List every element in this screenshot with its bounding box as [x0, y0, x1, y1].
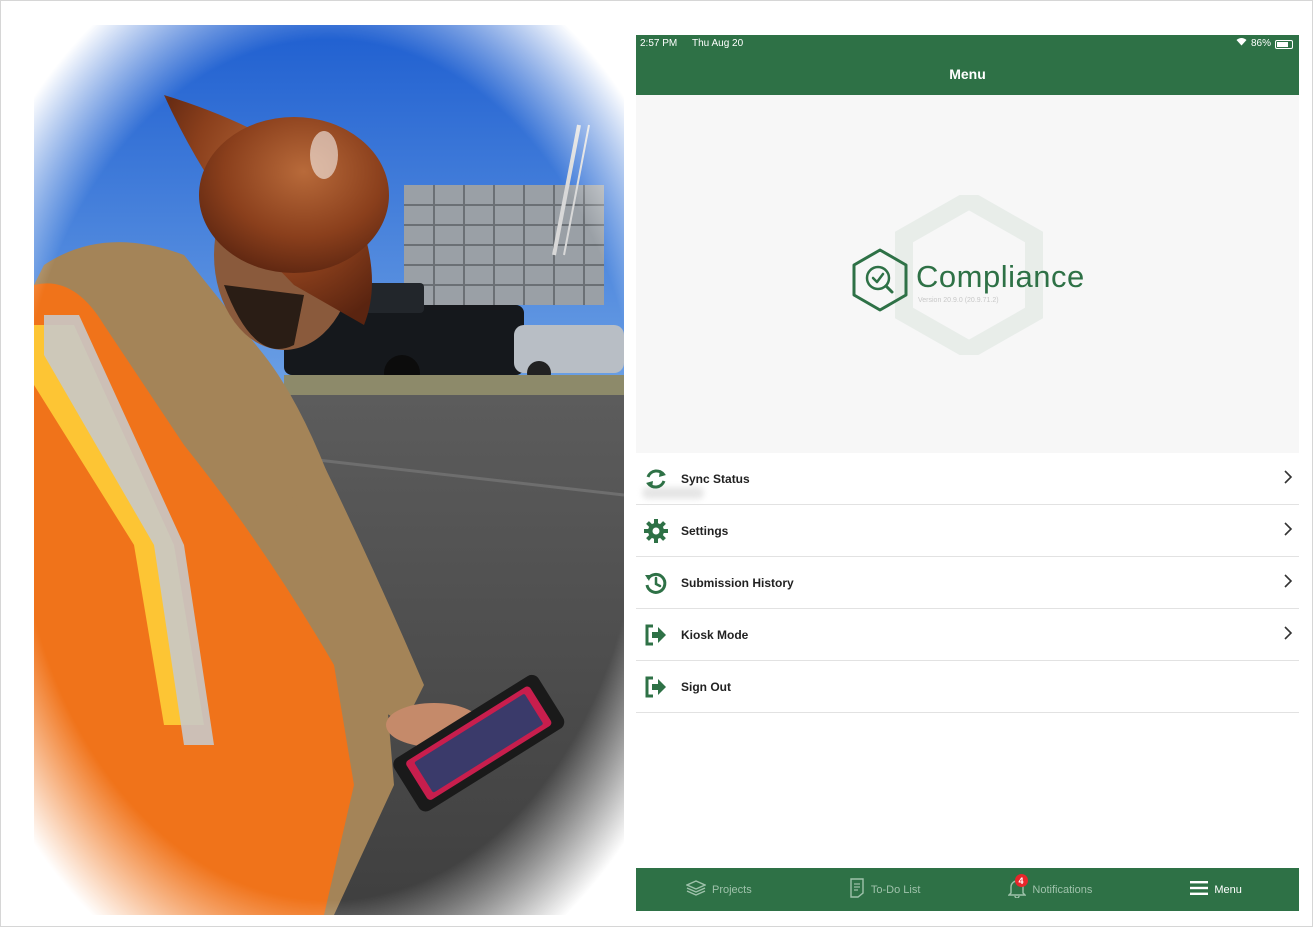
tab-label: Notifications	[1032, 883, 1093, 896]
menu-item-settings[interactable]: Settings	[636, 505, 1299, 557]
status-date: Thu Aug 20	[692, 38, 744, 49]
chevron-right-icon	[1283, 521, 1293, 542]
tab-projects[interactable]: Projects	[636, 868, 802, 911]
app-screen: 2:57 PM Thu Aug 20 86% Menu Compliance V…	[636, 35, 1299, 911]
worker-photo	[34, 25, 624, 915]
tab-label: Projects	[712, 883, 752, 896]
battery-percent: 86%	[1250, 38, 1271, 49]
page-title: Menu	[949, 66, 986, 82]
menu-item-label: Submission History	[681, 575, 794, 590]
chevron-right-icon	[1283, 469, 1293, 490]
nav-bar: Menu	[636, 53, 1299, 95]
gear-icon	[641, 516, 671, 546]
compliance-logo-icon	[852, 248, 908, 312]
menu-item-kiosk-mode[interactable]: Kiosk Mode	[636, 609, 1299, 661]
document-icon	[849, 878, 865, 901]
layers-icon	[685, 880, 707, 899]
sync-icon	[641, 464, 671, 494]
menu-item-label: Sync Status	[681, 471, 750, 486]
status-indicators: 86%	[1236, 35, 1293, 53]
logo-area: Compliance Version 20.9.0 (20.9.71.2)	[636, 95, 1299, 499]
notification-badge: 4	[1014, 874, 1028, 887]
chevron-right-icon	[1283, 573, 1293, 594]
app-version: Version 20.9.0 (20.9.71.2)	[918, 297, 999, 304]
status-bar: 2:57 PM Thu Aug 20 86%	[636, 35, 1299, 53]
menu-item-sync-status[interactable]: Sync Status	[636, 453, 1299, 505]
chevron-right-icon	[1283, 625, 1293, 646]
menu-item-label: Sign Out	[681, 679, 731, 694]
hamburger-menu-icon	[1190, 881, 1209, 898]
page-frame: 2:57 PM Thu Aug 20 86% Menu Compliance V…	[0, 0, 1313, 927]
menu-list: Sync Status Settings Submission History …	[636, 453, 1299, 713]
menu-item-submission-history[interactable]: Submission History	[636, 557, 1299, 609]
menu-item-label: Settings	[681, 523, 729, 538]
sign-out-icon	[641, 672, 671, 702]
tab-label: To-Do List	[870, 883, 921, 896]
tab-todo-list[interactable]: To-Do List	[802, 868, 968, 911]
tab-menu[interactable]: Menu	[1133, 868, 1299, 911]
menu-item-sign-out[interactable]: Sign Out	[636, 661, 1299, 713]
tab-label: Menu	[1214, 883, 1242, 896]
app-name: Compliance	[916, 259, 1085, 294]
wifi-icon	[1236, 35, 1247, 53]
menu-item-label: Kiosk Mode	[681, 627, 749, 642]
tab-notifications[interactable]: 4 Notifications	[968, 868, 1134, 911]
kiosk-icon	[641, 620, 671, 650]
battery-icon	[1275, 39, 1293, 49]
history-icon	[641, 568, 671, 598]
status-time: 2:57 PM	[640, 38, 678, 49]
tab-bar: Projects To-Do List 4 Notifications Menu	[636, 868, 1299, 911]
